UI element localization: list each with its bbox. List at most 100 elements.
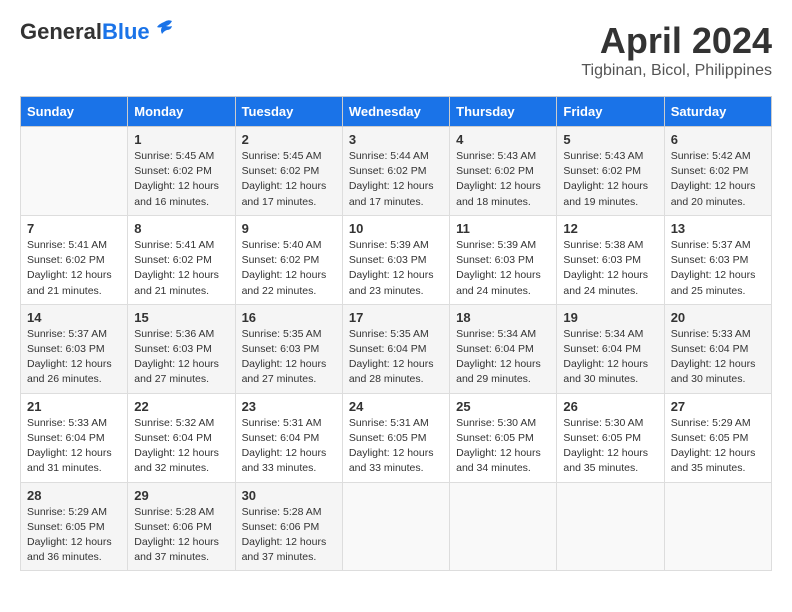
day-number: 16 [242,310,336,325]
calendar-cell: 19 Sunrise: 5:34 AM Sunset: 6:04 PM Dayli… [557,304,664,393]
calendar-day-header: Saturday [664,97,771,127]
day-info: Sunrise: 5:29 AM Sunset: 6:05 PM Dayligh… [671,416,765,477]
day-number: 7 [27,221,121,236]
day-number: 5 [563,132,657,147]
day-number: 3 [349,132,443,147]
calendar-cell: 15 Sunrise: 5:36 AM Sunset: 6:03 PM Dayli… [128,304,235,393]
day-info: Sunrise: 5:37 AM Sunset: 6:03 PM Dayligh… [27,327,121,388]
day-number: 8 [134,221,228,236]
day-number: 17 [349,310,443,325]
calendar-week-row: 14Sunrise: 5:37 AM Sunset: 6:03 PM Dayli… [21,304,772,393]
logo: GeneralBlue [20,20,176,44]
day-number: 21 [27,399,121,414]
day-info: Sunrise: 5:35 AM Sunset: 6:04 PM Dayligh… [349,327,443,388]
calendar-day-header: Monday [128,97,235,127]
calendar-day-header: Tuesday [235,97,342,127]
day-info: Sunrise: 5:28 AM Sunset: 6:06 PM Dayligh… [134,505,228,566]
day-info: Sunrise: 5:44 AM Sunset: 6:02 PM Dayligh… [349,149,443,210]
calendar-cell: 14Sunrise: 5:37 AM Sunset: 6:03 PM Dayli… [21,304,128,393]
day-info: Sunrise: 5:30 AM Sunset: 6:05 PM Dayligh… [456,416,550,477]
location-title: Tigbinan, Bicol, Philippines [581,62,772,80]
calendar-cell: 18 Sunrise: 5:34 AM Sunset: 6:04 PM Dayli… [450,304,557,393]
calendar-cell: 13 Sunrise: 5:37 AM Sunset: 6:03 PM Dayli… [664,215,771,304]
day-number: 9 [242,221,336,236]
day-number: 26 [563,399,657,414]
title-area: April 2024 Tigbinan, Bicol, Philippines [581,20,772,80]
day-number: 23 [242,399,336,414]
calendar-cell: 2 Sunrise: 5:45 AM Sunset: 6:02 PM Daylig… [235,127,342,216]
calendar-cell: 25Sunrise: 5:30 AM Sunset: 6:05 PM Dayli… [450,393,557,482]
calendar-cell: 6 Sunrise: 5:42 AM Sunset: 6:02 PM Daylig… [664,127,771,216]
day-info: Sunrise: 5:43 AM Sunset: 6:02 PM Dayligh… [456,149,550,210]
day-info: Sunrise: 5:37 AM Sunset: 6:03 PM Dayligh… [671,238,765,299]
calendar-cell: 9 Sunrise: 5:40 AM Sunset: 6:02 PM Daylig… [235,215,342,304]
calendar-cell: 29 Sunrise: 5:28 AM Sunset: 6:06 PM Dayli… [128,482,235,571]
calendar-cell [664,482,771,571]
calendar-cell: 24Sunrise: 5:31 AM Sunset: 6:05 PM Dayli… [342,393,449,482]
month-title: April 2024 [581,20,772,62]
calendar-day-header: Friday [557,97,664,127]
day-number: 30 [242,488,336,503]
logo-bird-icon [154,18,176,40]
calendar-header-row: SundayMondayTuesdayWednesdayThursdayFrid… [21,97,772,127]
day-info: Sunrise: 5:31 AM Sunset: 6:05 PM Dayligh… [349,416,443,477]
day-number: 15 [134,310,228,325]
calendar-day-header: Thursday [450,97,557,127]
day-info: Sunrise: 5:42 AM Sunset: 6:02 PM Dayligh… [671,149,765,210]
day-info: Sunrise: 5:35 AM Sunset: 6:03 PM Dayligh… [242,327,336,388]
calendar-day-header: Wednesday [342,97,449,127]
calendar-cell: 23 Sunrise: 5:31 AM Sunset: 6:04 PM Dayli… [235,393,342,482]
day-info: Sunrise: 5:30 AM Sunset: 6:05 PM Dayligh… [563,416,657,477]
day-info: Sunrise: 5:45 AM Sunset: 6:02 PM Dayligh… [242,149,336,210]
logo-text: GeneralBlue [20,20,150,44]
calendar-day-header: Sunday [21,97,128,127]
day-number: 22 [134,399,228,414]
calendar-cell: 22 Sunrise: 5:32 AM Sunset: 6:04 PM Dayli… [128,393,235,482]
calendar-week-row: 21 Sunrise: 5:33 AM Sunset: 6:04 PM Dayli… [21,393,772,482]
day-number: 20 [671,310,765,325]
day-info: Sunrise: 5:41 AM Sunset: 6:02 PM Dayligh… [27,238,121,299]
day-info: Sunrise: 5:28 AM Sunset: 6:06 PM Dayligh… [242,505,336,566]
day-number: 27 [671,399,765,414]
day-number: 13 [671,221,765,236]
calendar-cell: 16 Sunrise: 5:35 AM Sunset: 6:03 PM Dayli… [235,304,342,393]
day-info: Sunrise: 5:34 AM Sunset: 6:04 PM Dayligh… [563,327,657,388]
day-info: Sunrise: 5:39 AM Sunset: 6:03 PM Dayligh… [456,238,550,299]
day-info: Sunrise: 5:41 AM Sunset: 6:02 PM Dayligh… [134,238,228,299]
calendar-cell: 5Sunrise: 5:43 AM Sunset: 6:02 PM Daylig… [557,127,664,216]
calendar-week-row: 1 Sunrise: 5:45 AM Sunset: 6:02 PM Daylig… [21,127,772,216]
day-info: Sunrise: 5:31 AM Sunset: 6:04 PM Dayligh… [242,416,336,477]
day-number: 28 [27,488,121,503]
calendar-cell: 3 Sunrise: 5:44 AM Sunset: 6:02 PM Daylig… [342,127,449,216]
calendar-cell: 27 Sunrise: 5:29 AM Sunset: 6:05 PM Dayli… [664,393,771,482]
calendar-cell: 8 Sunrise: 5:41 AM Sunset: 6:02 PM Daylig… [128,215,235,304]
calendar-cell: 4 Sunrise: 5:43 AM Sunset: 6:02 PM Daylig… [450,127,557,216]
day-number: 10 [349,221,443,236]
day-number: 2 [242,132,336,147]
day-info: Sunrise: 5:45 AM Sunset: 6:02 PM Dayligh… [134,149,228,210]
day-number: 11 [456,221,550,236]
calendar-cell [557,482,664,571]
day-info: Sunrise: 5:33 AM Sunset: 6:04 PM Dayligh… [27,416,121,477]
calendar-cell: 17 Sunrise: 5:35 AM Sunset: 6:04 PM Dayli… [342,304,449,393]
calendar-cell [21,127,128,216]
day-number: 19 [563,310,657,325]
calendar-cell: 1 Sunrise: 5:45 AM Sunset: 6:02 PM Daylig… [128,127,235,216]
calendar-cell: 11 Sunrise: 5:39 AM Sunset: 6:03 PM Dayli… [450,215,557,304]
day-number: 18 [456,310,550,325]
day-number: 12 [563,221,657,236]
day-number: 1 [134,132,228,147]
calendar-cell: 21 Sunrise: 5:33 AM Sunset: 6:04 PM Dayli… [21,393,128,482]
day-info: Sunrise: 5:36 AM Sunset: 6:03 PM Dayligh… [134,327,228,388]
calendar-cell: 10Sunrise: 5:39 AM Sunset: 6:03 PM Dayli… [342,215,449,304]
calendar-cell: 20 Sunrise: 5:33 AM Sunset: 6:04 PM Dayli… [664,304,771,393]
day-info: Sunrise: 5:34 AM Sunset: 6:04 PM Dayligh… [456,327,550,388]
day-number: 29 [134,488,228,503]
day-info: Sunrise: 5:33 AM Sunset: 6:04 PM Dayligh… [671,327,765,388]
calendar-week-row: 7 Sunrise: 5:41 AM Sunset: 6:02 PM Daylig… [21,215,772,304]
day-info: Sunrise: 5:40 AM Sunset: 6:02 PM Dayligh… [242,238,336,299]
day-number: 6 [671,132,765,147]
day-number: 4 [456,132,550,147]
calendar-cell [342,482,449,571]
day-info: Sunrise: 5:32 AM Sunset: 6:04 PM Dayligh… [134,416,228,477]
